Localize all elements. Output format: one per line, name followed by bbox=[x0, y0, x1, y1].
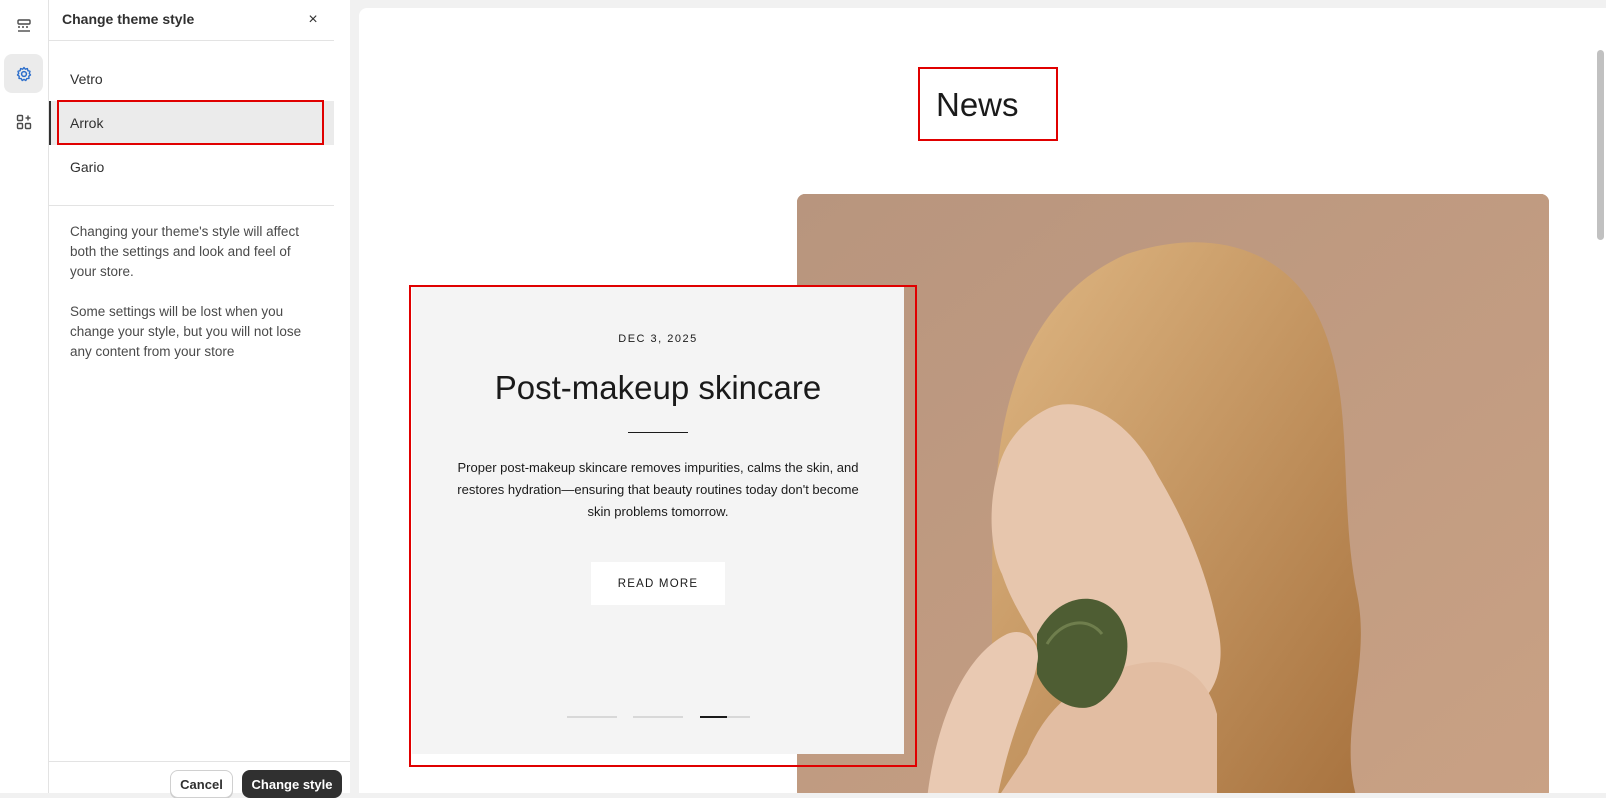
change-theme-style-panel: Change theme style × Vetro Arrok Gario C… bbox=[49, 0, 350, 798]
panel-header: Change theme style × bbox=[49, 0, 334, 41]
read-more-button[interactable]: READ MORE bbox=[591, 562, 725, 605]
article-excerpt: Proper post-makeup skincare removes impu… bbox=[457, 460, 859, 519]
preview-scrollbar[interactable] bbox=[1597, 50, 1604, 240]
article-card: DEC 3, 2025 Post-makeup skincare Proper … bbox=[412, 287, 904, 754]
panel-divider bbox=[49, 205, 334, 206]
article-image bbox=[797, 194, 1549, 793]
storefront-preview: News DEC 3, 2025 Post-makeup skincare Pr… bbox=[359, 8, 1606, 793]
apps-icon bbox=[16, 114, 31, 129]
rail-apps-button[interactable] bbox=[4, 102, 43, 141]
article-title[interactable]: Post-makeup skincare bbox=[412, 369, 904, 407]
style-warning: Some settings will be lost when you chan… bbox=[70, 304, 302, 359]
slider-dot-2[interactable] bbox=[633, 716, 683, 718]
article-date: DEC 3, 2025 bbox=[618, 333, 698, 345]
settings-icon bbox=[16, 66, 31, 81]
style-option-arrok[interactable]: Arrok bbox=[49, 101, 334, 145]
panel-footer: Cancel Change style bbox=[49, 761, 350, 798]
style-option-gario[interactable]: Gario bbox=[49, 145, 334, 189]
slider-dot-3[interactable] bbox=[700, 716, 727, 718]
close-icon[interactable]: × bbox=[302, 9, 324, 31]
change-style-button[interactable]: Change style bbox=[242, 770, 342, 798]
cancel-button[interactable]: Cancel bbox=[170, 770, 233, 798]
rail-sections-button[interactable] bbox=[4, 6, 43, 45]
editor-rail bbox=[0, 0, 49, 793]
panel-title: Change theme style bbox=[62, 11, 195, 27]
rail-settings-button[interactable] bbox=[4, 54, 43, 93]
slider-dot-1[interactable] bbox=[567, 716, 617, 718]
sections-icon bbox=[16, 18, 31, 32]
style-option-vetro[interactable]: Vetro bbox=[49, 57, 334, 101]
style-description: Changing your theme's style will affect … bbox=[70, 224, 299, 279]
news-section-title: News bbox=[936, 86, 1019, 123]
slider-pagination bbox=[567, 716, 750, 718]
slider-dot-3-track bbox=[727, 716, 750, 718]
title-underline bbox=[628, 432, 688, 433]
